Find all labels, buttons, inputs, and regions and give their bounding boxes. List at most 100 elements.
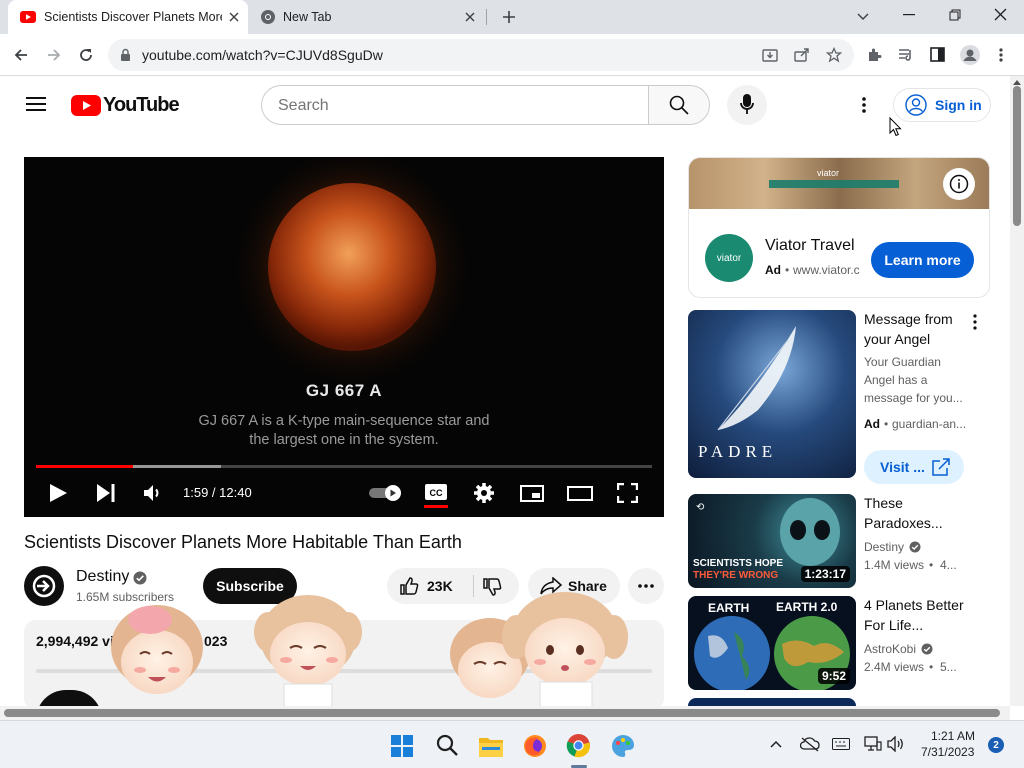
ad-badge: Ad — [765, 263, 781, 277]
tab-divider — [486, 9, 487, 25]
search-box[interactable] — [261, 85, 649, 125]
taskbar-search-icon[interactable] — [436, 734, 458, 756]
thumb-caption-1: SCIENTISTS HOPE — [693, 558, 784, 569]
voice-search-button[interactable] — [727, 85, 767, 125]
star-visual — [227, 157, 477, 392]
fullscreen-icon[interactable] — [617, 483, 638, 503]
video-player[interactable]: GJ 667 A GJ 667 A is a K-type main-seque… — [24, 157, 664, 517]
media-controls-icon[interactable] — [898, 47, 914, 63]
extensions-icon[interactable] — [866, 47, 882, 63]
close-window-icon[interactable] — [994, 8, 1007, 21]
theater-mode-icon[interactable] — [567, 486, 593, 501]
settings-more-icon[interactable] — [862, 97, 866, 113]
search-input[interactable] — [278, 95, 628, 117]
thumb-replay-icon: ⟲ — [696, 502, 705, 513]
video-card-channel[interactable]: AstroKobi — [864, 640, 916, 658]
ad-info-button[interactable] — [943, 168, 975, 200]
ad-domain: www.viator.c — [793, 263, 860, 277]
clock-time[interactable]: 1:21 AM — [931, 729, 975, 743]
windows-start-icon[interactable] — [391, 735, 413, 757]
thumb-label-left: EARTH — [708, 601, 750, 615]
speaker-icon[interactable] — [887, 736, 905, 752]
visit-label: Visit ... — [880, 459, 925, 475]
channel-name[interactable]: Destiny — [76, 568, 129, 586]
video-duration: 1:23:17 — [800, 566, 850, 582]
vertical-scroll-thumb[interactable] — [1013, 86, 1021, 226]
paint-app-icon[interactable] — [611, 734, 635, 758]
show-hidden-icons-icon[interactable] — [770, 740, 782, 748]
search-button[interactable] — [648, 85, 710, 125]
video-title: Scientists Discover Planets More Habitab… — [24, 532, 462, 552]
progress-bar[interactable] — [36, 465, 652, 468]
restore-icon[interactable] — [949, 9, 961, 21]
taskbar: 1:21 AM 7/31/2023 2 — [0, 720, 1024, 768]
network-icon[interactable] — [864, 736, 882, 752]
promo-title[interactable]: Message from your Angel — [864, 309, 969, 349]
youtube-logo-text: YouTube — [103, 93, 180, 116]
settings-gear-icon[interactable] — [474, 483, 494, 503]
tab-close-icon[interactable] — [226, 9, 242, 25]
ad-banner-strip — [769, 180, 899, 188]
next-icon[interactable] — [97, 484, 115, 502]
microphone-icon — [740, 94, 754, 115]
youtube-logo[interactable]: YouTube — [71, 94, 180, 116]
promo-more-icon[interactable] — [973, 314, 977, 330]
horizontal-scroll-thumb[interactable] — [4, 709, 1000, 717]
ad-card[interactable]: viator viator Viator Travel Ad • www.via… — [688, 157, 990, 298]
lock-icon[interactable] — [120, 48, 131, 62]
url-text[interactable]: youtube.com/watch?v=CJUVd8SguDw — [142, 47, 383, 63]
video-card-age: 5... — [940, 660, 957, 674]
vertical-scrollbar[interactable] — [1010, 76, 1024, 706]
minimize-icon[interactable] — [903, 14, 915, 16]
video-card-title[interactable]: These Paradoxes... — [864, 493, 974, 533]
video-card-views: 1.4M views — [864, 558, 925, 572]
miniplayer-icon[interactable] — [520, 485, 544, 502]
onedrive-icon[interactable] — [800, 736, 820, 752]
install-icon[interactable] — [762, 47, 778, 63]
progress-played — [36, 465, 133, 468]
learn-more-button[interactable]: Learn more — [871, 242, 974, 278]
time-display: 1:59 / 12:40 — [183, 485, 252, 500]
file-explorer-icon[interactable] — [479, 735, 503, 757]
firefox-icon[interactable] — [523, 734, 547, 758]
ad-banner-text: viator — [817, 168, 840, 178]
video-thumbnail-partial[interactable] — [688, 698, 856, 706]
play-icon[interactable] — [50, 484, 67, 502]
clock-date[interactable]: 7/31/2023 — [921, 745, 974, 759]
visit-button[interactable]: Visit ... — [864, 450, 964, 484]
hamburger-menu-icon[interactable] — [26, 96, 46, 112]
tab-youtube[interactable]: Scientists Discover Planets More — [8, 0, 248, 34]
promo-ad-badge: Ad — [864, 417, 880, 431]
forward-icon[interactable] — [46, 47, 62, 63]
verified-icon — [133, 571, 147, 585]
video-thumbnail[interactable]: ⟲ SCIENTISTS HOPE THEY'RE WRONG 1:23:17 — [688, 494, 856, 588]
video-card-title[interactable]: 4 Planets Better For Life... — [864, 595, 970, 635]
tab-new-tab[interactable]: New Tab — [250, 0, 486, 34]
notification-badge[interactable]: 2 — [988, 737, 1004, 753]
back-icon[interactable] — [13, 47, 29, 63]
advertiser-name: Viator Travel — [765, 237, 855, 254]
reload-icon[interactable] — [78, 47, 94, 63]
scroll-up-icon[interactable] — [1013, 79, 1021, 85]
chrome-icon[interactable] — [566, 733, 591, 758]
horizontal-scrollbar[interactable] — [0, 706, 1010, 720]
channel-avatar[interactable] — [24, 566, 64, 606]
autoplay-toggle-icon[interactable] — [369, 485, 403, 501]
captions-icon[interactable]: CC — [424, 483, 448, 509]
advertiser-logo-text: viator — [716, 252, 742, 264]
side-panel-icon[interactable] — [930, 47, 945, 62]
character-sticker-overlay — [111, 592, 628, 712]
promo-thumbnail[interactable]: PADRE — [688, 310, 856, 478]
share-page-icon[interactable] — [794, 47, 810, 63]
sign-in-button[interactable]: Sign in — [893, 88, 991, 122]
profile-avatar-icon[interactable] — [960, 45, 980, 65]
tab-close-icon[interactable] — [462, 9, 478, 25]
bookmark-star-icon[interactable] — [826, 47, 842, 63]
volume-icon[interactable] — [143, 483, 163, 503]
chrome-menu-icon[interactable] — [999, 47, 1003, 63]
new-tab-icon[interactable] — [501, 9, 517, 25]
tab-search-icon[interactable] — [856, 9, 870, 23]
keyboard-icon[interactable] — [832, 738, 850, 750]
video-thumbnail[interactable]: EARTH EARTH 2.0 9:52 — [688, 596, 856, 690]
video-card-channel[interactable]: Destiny — [864, 538, 904, 556]
